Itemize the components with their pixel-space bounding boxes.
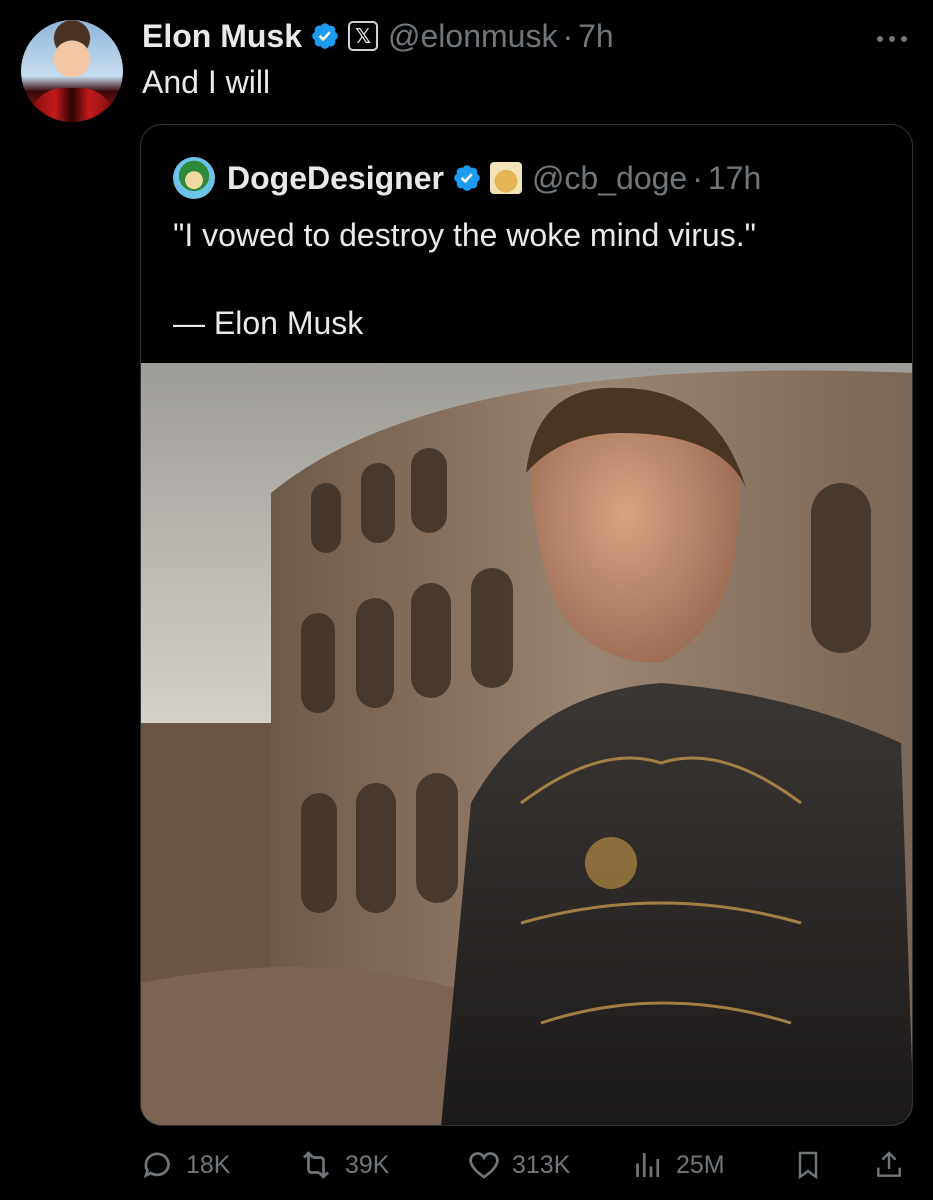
quoted-author-handle: @cb_doge	[531, 159, 688, 196]
x-affiliation-icon: 𝕏	[348, 21, 379, 51]
views-button[interactable]: 25M	[630, 1140, 725, 1190]
like-button[interactable]: 313K	[466, 1140, 570, 1190]
quoted-separator: ·	[692, 159, 703, 196]
share-icon	[877, 1151, 901, 1177]
heart-icon	[469, 1152, 499, 1179]
author-handle[interactable]: @elonmusk	[388, 18, 557, 55]
header-separator: ·	[562, 17, 574, 54]
post-time[interactable]: 7h	[578, 18, 614, 55]
reply-button[interactable]: 18K	[140, 1140, 230, 1190]
more-horizontal-icon[interactable]	[875, 20, 909, 51]
quoted-time: 17h	[707, 159, 762, 196]
quoted-text-line: — Elon Musk	[173, 305, 364, 341]
post-header: Elon Musk 𝕏 @elonmusk · 7h	[142, 14, 913, 58]
views-icon	[636, 1153, 660, 1177]
colosseum-portrait-illustration	[141, 363, 912, 1125]
author-avatar[interactable]	[21, 20, 123, 122]
author-name[interactable]: Elon Musk	[142, 18, 302, 55]
repost-count: 39K	[345, 1150, 390, 1179]
verified-badge-icon	[454, 165, 480, 191]
quoted-media-image[interactable]	[141, 363, 912, 1125]
quoted-text: "I vowed to destroy the woke mind virus.…	[173, 213, 893, 345]
post-text: And I will	[142, 64, 271, 100]
doge-affiliation-icon	[489, 162, 522, 194]
quoted-post[interactable]: DogeDesigner @cb_doge · 17h "I vowed to …	[140, 124, 913, 1126]
share-button[interactable]	[873, 1140, 915, 1190]
repost-icon	[303, 1151, 329, 1179]
bookmark-icon	[798, 1151, 818, 1180]
post-actions: 18K 39K 313K 25M	[140, 1140, 913, 1190]
reply-count: 18K	[186, 1150, 231, 1179]
reply-icon	[143, 1152, 170, 1179]
like-count: 313K	[512, 1150, 571, 1179]
quoted-author-avatar	[173, 157, 215, 199]
bookmark-button[interactable]	[792, 1140, 834, 1190]
quoted-author-name: DogeDesigner	[227, 159, 444, 196]
views-count: 25M	[676, 1150, 725, 1179]
quoted-text-line: "I vowed to destroy the woke mind virus.…	[173, 217, 756, 253]
repost-button[interactable]: 39K	[297, 1140, 389, 1190]
verified-badge-icon	[312, 23, 338, 49]
quoted-text-line	[173, 257, 893, 301]
quoted-header: DogeDesigner @cb_doge · 17h	[173, 157, 761, 199]
